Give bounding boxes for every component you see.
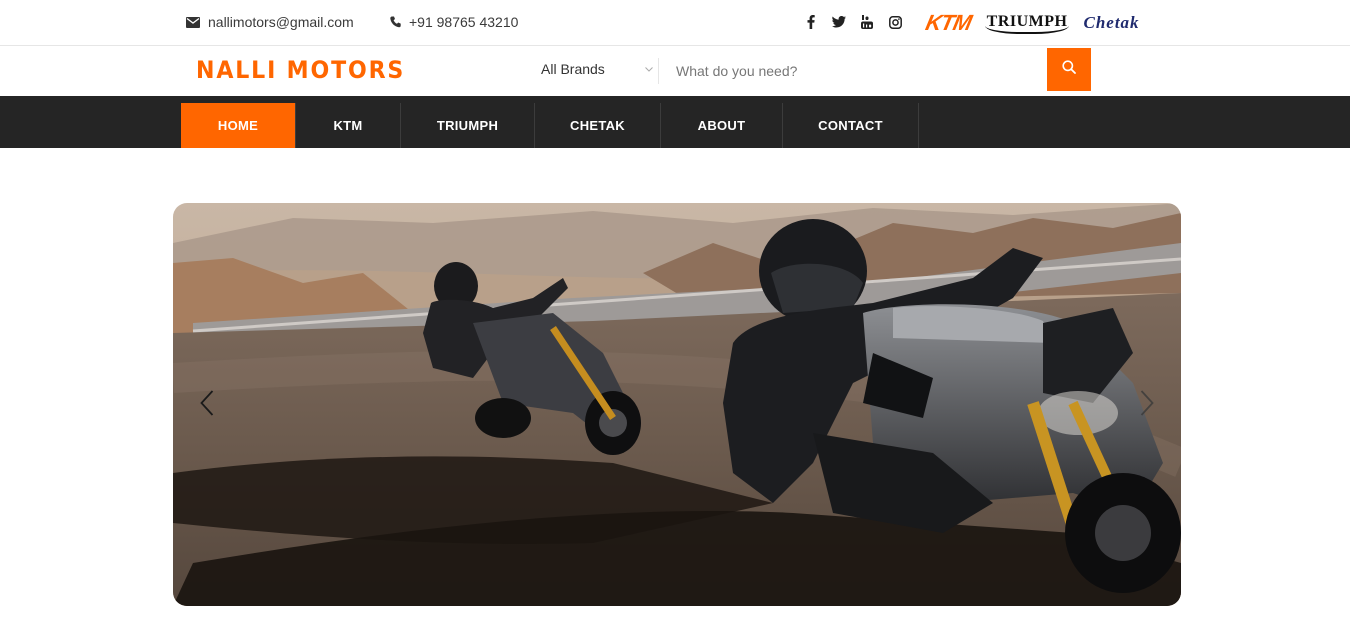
chevron-right-icon — [1140, 390, 1154, 416]
site-logo[interactable]: NALLI MOTORS — [196, 56, 405, 84]
envelope-icon — [186, 16, 200, 28]
contact-phone[interactable]: +91 98765 43210 — [390, 14, 518, 30]
nav-item-label: HOME — [217, 118, 259, 133]
nav-item-label: TRIUMPH — [436, 118, 499, 133]
triumph-logo[interactable]: TRIUMPH — [984, 13, 1070, 34]
slider-prev-button[interactable] — [195, 386, 219, 420]
brand-filter-select[interactable]: All Brands — [541, 61, 653, 77]
email-text: nallimotors@gmail.com — [208, 14, 354, 30]
youtube-icon[interactable] — [860, 14, 874, 30]
nav-item-chetak[interactable]: CHETAK — [535, 103, 660, 148]
nav-item-contact[interactable]: CONTACT — [783, 103, 918, 148]
instagram-icon[interactable] — [888, 14, 902, 30]
main-nav: HOME KTM TRIUMPH CHETAK ABOUT CONTACT — [0, 96, 1350, 148]
nav-item-label: KTM — [333, 118, 363, 133]
chevron-down-icon — [645, 63, 653, 75]
brand-filter-value: All Brands — [541, 61, 605, 77]
social-links — [804, 14, 902, 30]
nav-item-label: CONTACT — [818, 118, 883, 133]
twitter-icon[interactable] — [832, 14, 846, 30]
nav-item-triumph[interactable]: TRIUMPH — [401, 103, 534, 148]
phone-icon — [390, 16, 401, 28]
nav-item-home[interactable]: HOME — [181, 103, 295, 148]
contact-email[interactable]: nallimotors@gmail.com — [186, 14, 354, 30]
hero-image — [173, 203, 1181, 606]
ktm-logo[interactable]: KTM — [923, 10, 973, 36]
search-divider — [658, 58, 659, 84]
site-header: NALLI MOTORS All Brands — [0, 46, 1350, 96]
hero-slider — [173, 203, 1181, 606]
search-icon — [1062, 60, 1076, 79]
top-bar: nallimotors@gmail.com +91 98765 43210 KT… — [0, 0, 1350, 46]
slider-next-button[interactable] — [1135, 386, 1159, 420]
nav-divider — [918, 103, 919, 148]
nav-item-ktm[interactable]: KTM — [296, 103, 400, 148]
brand-logos: KTM TRIUMPH Chetak — [923, 10, 1140, 36]
facebook-icon[interactable] — [804, 14, 818, 30]
phone-text: +91 98765 43210 — [409, 14, 519, 30]
chevron-left-icon — [200, 390, 214, 416]
chetak-logo[interactable]: Chetak — [1083, 13, 1139, 33]
nav-item-about[interactable]: ABOUT — [661, 103, 782, 148]
search-button[interactable] — [1047, 48, 1091, 91]
nav-item-label: CHETAK — [570, 118, 625, 133]
nav-item-label: ABOUT — [697, 118, 746, 133]
search-input[interactable] — [666, 53, 1046, 89]
